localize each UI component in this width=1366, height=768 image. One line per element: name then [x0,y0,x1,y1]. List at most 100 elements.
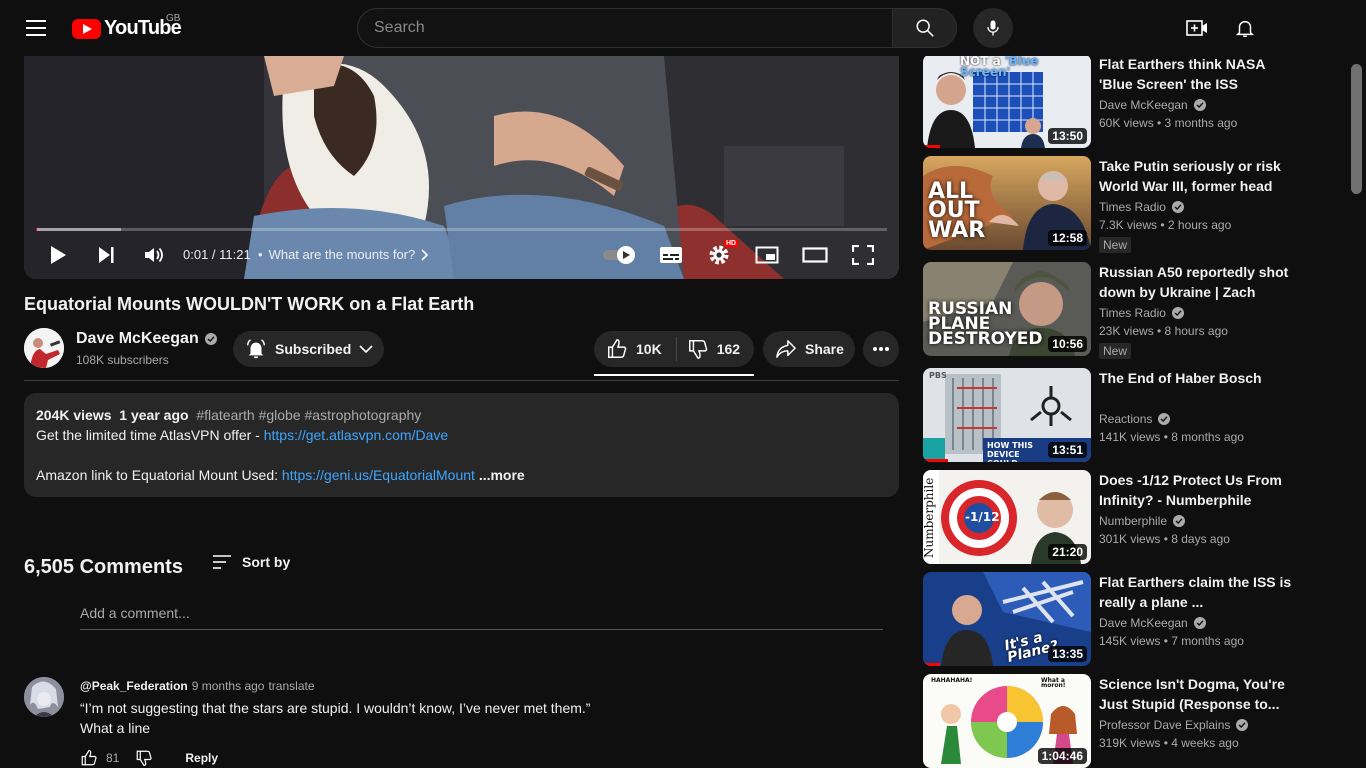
comments-count: 6,505 Comments [24,556,183,578]
youtube-logo[interactable]: YouTube [72,17,182,40]
more-actions-button[interactable] [863,331,899,367]
video-meta: 60K views • 3 months ago [1099,116,1238,130]
thumbnail-math-text: -1/12 [965,510,1000,524]
recommended-video[interactable]: NOT a 'Blue Screen' 13:50 Flat Earthers … [923,54,1343,148]
miniplayer-button[interactable] [750,240,784,270]
verified-icon [1171,201,1184,213]
video-title[interactable]: Does -1/12 Protect Us From Infinity? - N… [1099,470,1299,510]
comment-author-avatar[interactable] [24,677,64,717]
video-title[interactable]: Flat Earthers think NASA 'Blue Screen' t… [1099,54,1299,94]
video-thumbnail[interactable]: It's a Plane? 13:35 [923,572,1091,666]
search-input[interactable] [374,19,892,37]
autoplay-toggle[interactable] [602,240,638,270]
channel-name[interactable]: Reactions [1099,412,1152,426]
channel-name[interactable]: Times Radio [1099,200,1166,214]
sort-by-button[interactable]: Sort by [212,554,290,570]
thumbs-up-icon [608,339,627,358]
share-label: Share [805,341,844,357]
comment-author[interactable]: @Peak_Federation [80,679,188,693]
show-more-button[interactable]: ...more [479,467,525,483]
channel-name[interactable]: Dave McKeegan [76,330,199,348]
video-title[interactable]: Russian A50 reportedly shot down by Ukra… [1099,262,1299,302]
volume-button[interactable] [138,240,170,270]
reply-button[interactable]: Reply [185,751,218,765]
chapter-button[interactable]: • What are the mounts for? [258,247,429,262]
notifications-button[interactable] [1225,8,1265,48]
channel-name[interactable]: Times Radio [1099,306,1166,320]
channel-name-row[interactable]: Times Radio [1099,200,1184,214]
description-stats: 204K views 1 year ago #flatearth #globe … [36,405,887,425]
channel-name-row[interactable]: Dave McKeegan [1099,616,1206,630]
sort-by-label: Sort by [242,554,291,570]
atlasvpn-link[interactable]: https://get.atlasvpn.com/Dave [264,427,448,443]
thumbnail-text: ALL OUT WAR [928,179,986,243]
settings-button[interactable]: HD [702,240,739,270]
recommended-video[interactable]: ALL OUT WAR 12:58 Take Putin seriously o… [923,156,1343,253]
comment-avatar-image [24,677,64,717]
description-box[interactable]: 204K views 1 year ago #flatearth #globe … [24,393,899,497]
page-scrollbar[interactable] [1351,64,1362,194]
search-box[interactable] [357,8,893,48]
theater-mode-button[interactable] [798,240,832,270]
dislike-button[interactable]: 162 [687,338,740,360]
comment-thumbs-down-icon[interactable] [135,749,153,767]
video-thumbnail[interactable]: NOT a 'Blue Screen' 13:50 [923,54,1091,148]
recommended-video[interactable]: PBS HOW THIS DEVICE COULD CHANGE 13:51 T… [923,368,1343,462]
create-button[interactable] [1177,8,1217,48]
description-text-1: Get the limited time AtlasVPN offer - [36,427,264,443]
video-thumbnail[interactable]: PBS HOW THIS DEVICE COULD CHANGE 13:51 [923,368,1091,462]
progress-fill [36,228,37,231]
add-comment-input[interactable]: Add a comment... [80,605,883,630]
fullscreen-button[interactable] [846,240,880,270]
subtitles-button[interactable] [654,240,688,270]
like-count: 10K [636,341,662,357]
video-title[interactable]: Take Putin seriously or risk World War I… [1099,156,1299,196]
recommended-video[interactable]: It's a Plane? 13:35 Flat Earthers claim … [923,572,1343,666]
comment-time[interactable]: 9 months ago [192,679,265,693]
channel-avatar[interactable] [24,328,64,368]
channel-name-row[interactable]: Dave McKeegan [1099,98,1206,112]
channel-name-row[interactable]: Times Radio [1099,306,1184,320]
video-player[interactable]: 0:01 / 11:21 • What are the mounts for? … [24,56,899,279]
subscribed-button[interactable]: Subscribed [233,331,384,367]
channel-name-row[interactable]: Reactions [1099,412,1171,426]
channel-name-row[interactable]: Dave McKeegan [76,330,217,348]
video-meta: 141K views • 8 months ago [1099,430,1244,444]
equatorial-mount-link[interactable]: https://geni.us/EquatorialMount [282,467,475,483]
verified-icon [1158,413,1171,425]
recommended-video[interactable]: RUSSIAN PLANE DESTROYED 10:56 Russian A5… [923,262,1343,359]
video-title[interactable]: Science Isn't Dogma, You're Just Stupid … [1099,674,1299,714]
comment-header: @Peak_Federation 9 months ago translate [80,679,315,693]
voice-search-button[interactable] [973,8,1013,48]
channel-name[interactable]: Dave McKeegan [1099,98,1188,112]
share-button[interactable]: Share [763,331,855,367]
create-video-icon [1186,20,1207,36]
channel-name[interactable]: Numberphile [1099,514,1167,528]
comment-thumbs-up-icon[interactable] [80,749,98,767]
channel-name[interactable]: Dave McKeegan [1099,616,1188,630]
like-button[interactable]: 10K [594,338,662,360]
thumbnail-text: HOW THIS DEVICE COULD CHANGE [987,441,1033,462]
channel-name-row[interactable]: Numberphile [1099,514,1186,528]
bell-ringing-icon [247,339,265,359]
video-thumbnail[interactable]: Numberphile -1/12 21:20 [923,470,1091,564]
video-thumbnail[interactable]: HAHAHAHA! What a moron! 1:04:46 [923,674,1091,768]
menu-icon[interactable] [16,8,56,48]
video-title[interactable]: Flat Earthers claim the ISS is really a … [1099,572,1299,612]
video-thumbnail[interactable]: ALL OUT WAR 12:58 [923,156,1091,250]
recommended-video[interactable]: HAHAHAHA! What a moron! 1:04:46 Science … [923,674,1343,768]
play-icon [51,246,66,264]
recommended-video[interactable]: Numberphile -1/12 21:20 Does -1/12 Prote… [923,470,1343,564]
hashtags[interactable]: #flatearth #globe #astrophotography [196,407,421,423]
video-title[interactable]: The End of Haber Bosch [1099,368,1299,388]
video-duration: 10:56 [1048,336,1087,352]
play-button[interactable] [42,240,74,270]
channel-name[interactable]: Professor Dave Explains [1099,718,1230,732]
channel-name-row[interactable]: Professor Dave Explains [1099,718,1249,732]
next-button[interactable] [90,240,122,270]
video-thumbnail[interactable]: RUSSIAN PLANE DESTROYED 10:56 [923,262,1091,356]
verified-icon [1236,719,1249,731]
progress-bar[interactable] [36,228,887,231]
translate-link[interactable]: translate [268,679,314,693]
search-button[interactable] [893,8,957,48]
